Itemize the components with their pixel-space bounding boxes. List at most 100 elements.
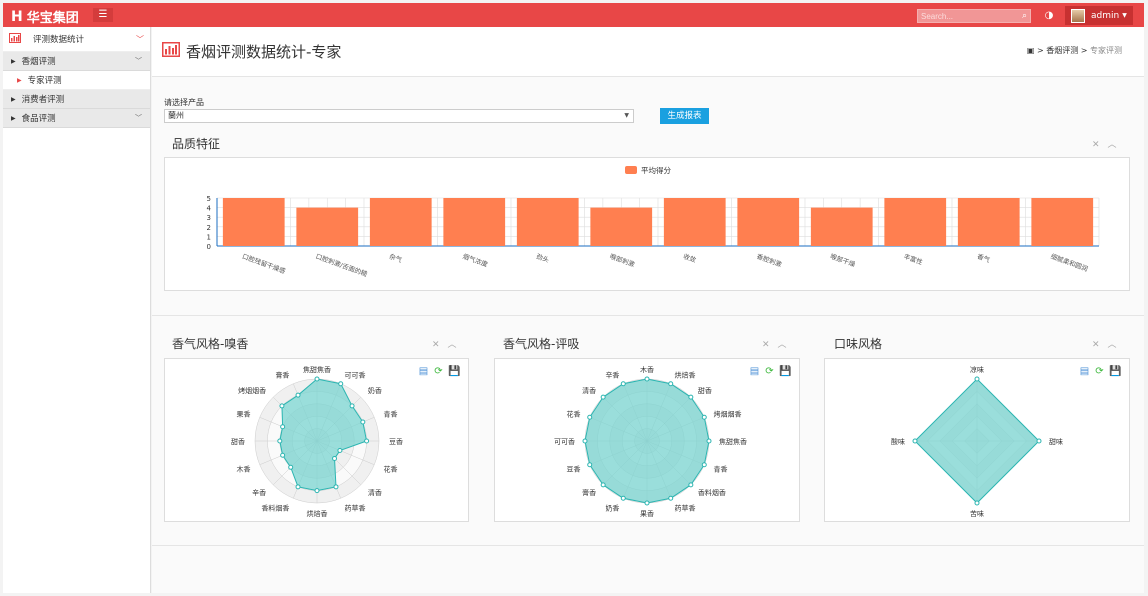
collapse-icon[interactable]: ︿ <box>1108 140 1125 150</box>
bar <box>810 207 873 246</box>
radar-point <box>349 403 355 409</box>
bar <box>737 198 800 246</box>
radar-indicator-label: 膏香 <box>582 488 596 497</box>
radar-indicator-label: 花香 <box>384 465 398 474</box>
radar-point <box>364 438 370 444</box>
sidebar-header[interactable]: 评测数据统计 ﹀ <box>3 27 150 52</box>
close-icon[interactable]: ✕ <box>762 340 778 350</box>
generate-report-button[interactable]: 生成报表 <box>660 108 709 124</box>
product-select[interactable]: 蘭州 ▼ <box>164 109 634 123</box>
y-tick-label: 5 <box>207 195 211 203</box>
radar-point <box>688 482 694 488</box>
refresh-icon[interactable]: ⟳ <box>1094 366 1105 377</box>
brand-logo[interactable]: H 华宝集团 <box>11 7 79 27</box>
collapse-icon[interactable]: ︿ <box>1108 340 1125 350</box>
bar <box>443 198 506 246</box>
panel-tools: ✕︿ <box>762 337 795 350</box>
search-input[interactable] <box>918 10 1014 22</box>
flavor-radar-chart: 凉味甜味苦味 酸味 <box>891 365 1063 518</box>
radar-point <box>912 438 918 444</box>
caret-right-icon: ▶ <box>11 57 16 65</box>
save-icon[interactable]: 💾 <box>1109 366 1121 377</box>
radar-point <box>701 462 707 468</box>
breadcrumb: ▣ > 香烟评测 > 专家评测 <box>1027 45 1122 56</box>
radar-point <box>360 419 366 425</box>
radar-indicator-label: 药草香 <box>675 504 696 513</box>
bar-chart-icon <box>162 42 180 61</box>
x-tick-label: 口腔刺激/舌面的糙 <box>315 251 369 278</box>
radar-indicator-label: 甜味 <box>1049 437 1063 446</box>
avatar <box>1071 8 1085 23</box>
top-navbar: H 华宝集团 ☰ ⌕ ◑ admin ▼ <box>3 3 1144 27</box>
data-view-icon[interactable]: ▤ <box>418 366 429 377</box>
breadcrumb-current: 专家评测 <box>1090 46 1122 55</box>
radar-point <box>706 438 712 444</box>
bar-chart-icon <box>9 32 25 46</box>
radar-indicator-label: 焦甜焦香 <box>719 437 747 446</box>
radar-point <box>644 500 650 506</box>
flavor-panel-title: 口味风格 <box>834 337 883 351</box>
page-title-text: 香烟评测数据统计-专家 <box>186 43 342 61</box>
menu-toggle-button[interactable]: ☰ <box>93 8 113 22</box>
select-arrow-icon: ▼ <box>624 112 629 119</box>
radar-point <box>620 495 626 501</box>
radar-point <box>688 394 694 400</box>
main-content: 香烟评测数据统计-专家 ▣ > 香烟评测 > 专家评测 请选择产品 蘭州 ▼ 生… <box>152 27 1144 593</box>
sidebar-item-label: 食品评测 <box>21 114 56 124</box>
bar <box>884 198 947 246</box>
refresh-icon[interactable]: ⟳ <box>764 366 775 377</box>
radar-indicator-label: 甜香 <box>698 386 712 395</box>
bar <box>516 198 579 246</box>
radar-point <box>314 376 320 382</box>
close-icon[interactable]: ✕ <box>1092 140 1108 150</box>
chevron-down-icon: ﹀ <box>135 114 142 122</box>
close-icon[interactable]: ✕ <box>432 340 448 350</box>
save-icon[interactable]: 💾 <box>448 366 460 377</box>
sidebar-header-label: 评测数据统计 <box>33 35 85 45</box>
sidebar-item-cigarette[interactable]: ▶ 香烟评测 ﹀ <box>3 52 150 71</box>
radar-area <box>914 378 1040 504</box>
x-tick-label: 细腻柔和圆润 <box>1050 251 1090 273</box>
radar-point <box>279 403 285 409</box>
sidebar-item-label: 专家评测 <box>27 76 62 86</box>
legend-swatch <box>625 166 637 174</box>
save-icon[interactable]: 💾 <box>779 366 791 377</box>
collapse-icon[interactable]: ︿ <box>778 340 795 350</box>
aroma-smell-panel: 焦甜焦香 可可香 奶香 青香 豆香 花香 清香 药草香 烘焙香 香料烟香 辛香 木香 甜香 果香 烤烟烟香膏… <box>164 358 469 522</box>
data-view-icon[interactable]: ▤ <box>749 366 760 377</box>
sidebar-item-food[interactable]: ▶ 食品评测 ﹀ <box>3 109 150 128</box>
radar-point <box>280 452 286 458</box>
radar-point <box>582 438 588 444</box>
radar-point <box>295 392 301 398</box>
sidebar-item-consumer[interactable]: ▶ 消费者评测 <box>3 90 150 109</box>
aroma-taste-panel: 木香 烘焙香 甜香 烤烟烟香 焦甜焦香 青香 香料烟香 药草香 果香 奶香 膏香 豆香 可可香 花香 清香辛… <box>494 358 800 522</box>
search-box: ⌕ <box>917 9 1031 23</box>
chart-toolbox: ▤ ⟳ 💾 <box>749 366 792 377</box>
x-tick-label: 口腔残留干燥感 <box>241 251 287 275</box>
aroma-taste-radar-chart: 木香烘焙香甜香烤烟烟香焦甜焦香青香香料烟香药草香果香 奶香膏香 豆香 可可香 花香 清香辛… <box>554 365 747 518</box>
search-icon[interactable]: ⌕ <box>1022 11 1027 21</box>
refresh-icon[interactable]: ⟳ <box>433 366 444 377</box>
collapse-icon[interactable]: ︿ <box>448 340 465 350</box>
radar-point <box>600 482 606 488</box>
bar <box>222 198 285 246</box>
sidebar: 评测数据统计 ﹀ ▶ 香烟评测 ﹀ ▶ 专家评测 ▶ 消费者评测 ▶ 食品评测 … <box>3 27 151 593</box>
user-menu[interactable]: admin ▼ <box>1065 6 1133 25</box>
radar-point <box>587 414 593 420</box>
radar-indicator-label: 烤烟烟香 <box>714 409 742 418</box>
x-tick-label: 杂气 <box>388 251 404 264</box>
radar-indicator-label: 果香 <box>640 509 654 518</box>
page-header: 香烟评测数据统计-专家 ▣ > 香烟评测 > 专家评测 <box>152 27 1144 77</box>
radar-indicator-label: 苦味 <box>970 509 984 518</box>
x-tick-label: 香腔刺激 <box>756 251 784 269</box>
sidebar-item-expert[interactable]: ▶ 专家评测 <box>3 71 150 90</box>
radar-indicator-label: 焦甜焦香 <box>303 365 331 374</box>
quality-chart-panel: 平均得分 0 1 2 3 4 5 口腔残留干燥感 口腔刺激/舌面的糙 杂气 烟气浓度 劲头 喉部刺激 收敛… <box>164 157 1130 291</box>
y-tick-label: 4 <box>207 205 212 213</box>
data-view-icon[interactable]: ▤ <box>1079 366 1090 377</box>
radar-point <box>332 456 338 462</box>
breadcrumb-item[interactable]: 香烟评测 <box>1046 46 1078 55</box>
legend-label: 平均得分 <box>641 165 671 175</box>
contrast-icon[interactable]: ◑ <box>1041 8 1057 24</box>
close-icon[interactable]: ✕ <box>1092 340 1108 350</box>
